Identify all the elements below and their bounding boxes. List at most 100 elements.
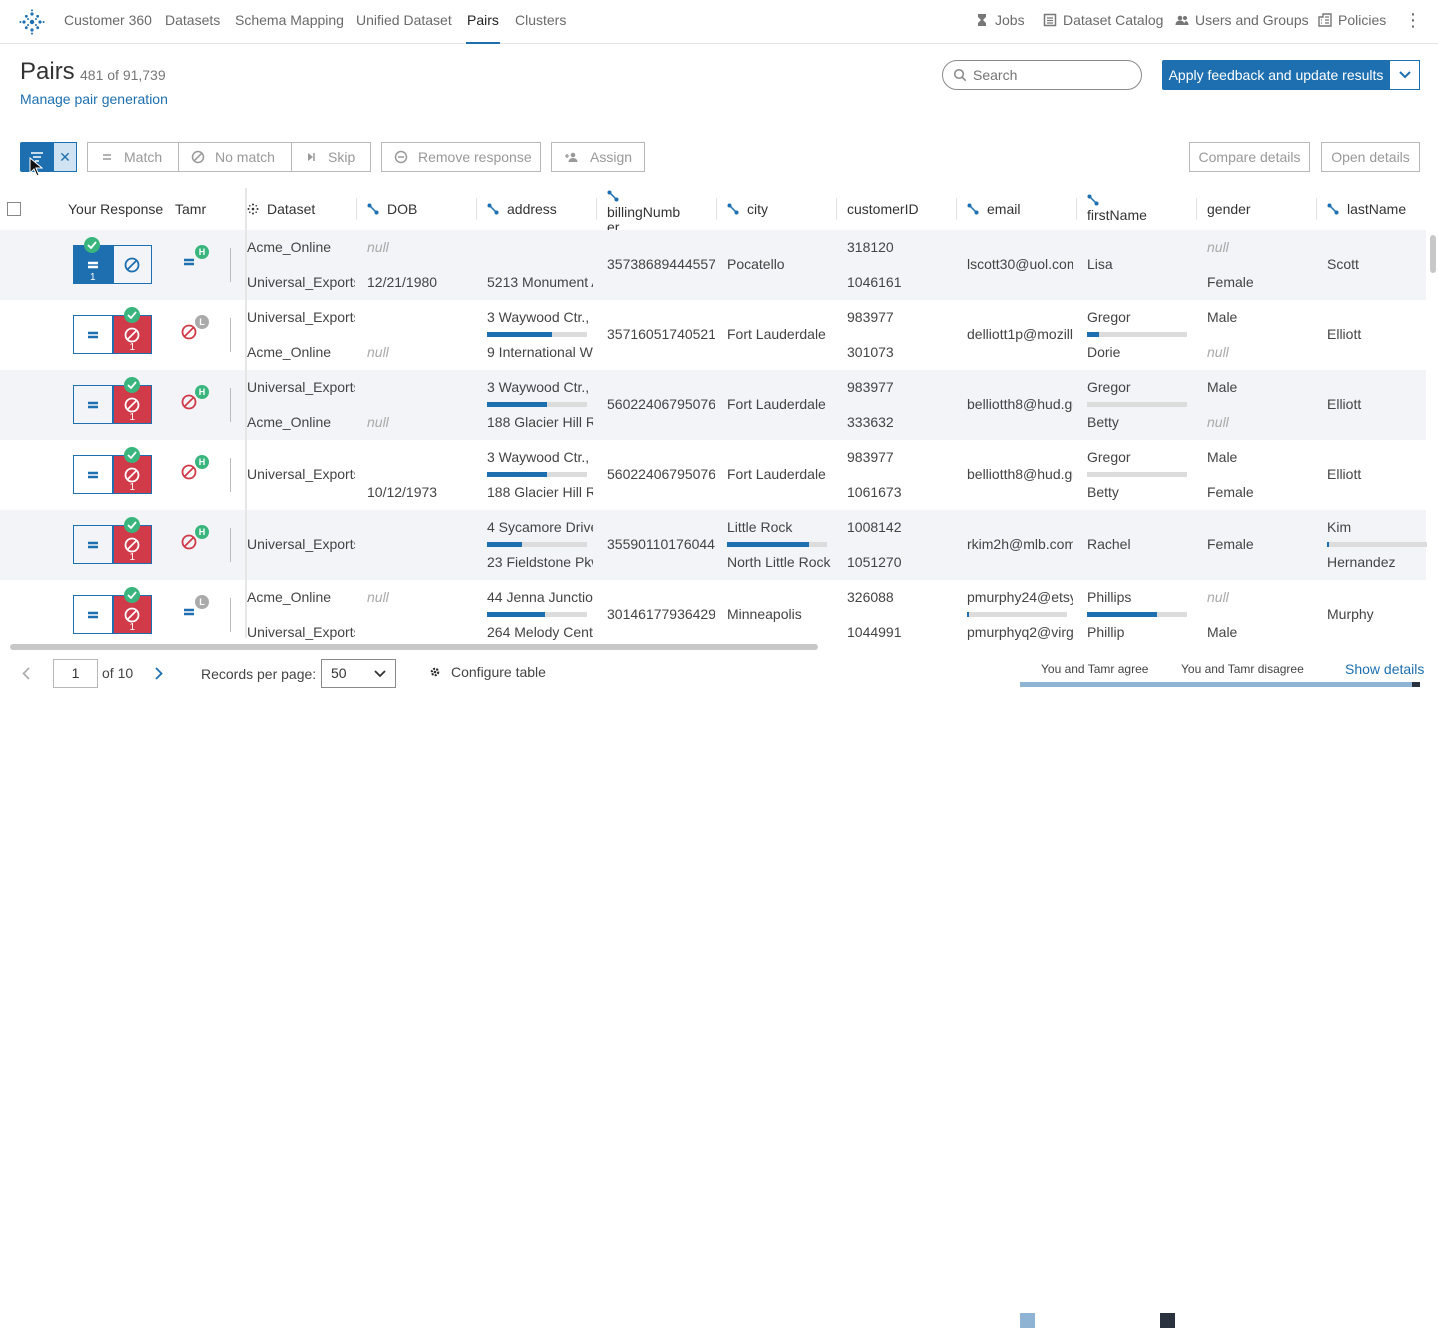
similarity-bar: [487, 542, 587, 547]
col-address[interactable]: address: [487, 188, 557, 230]
col-first-name[interactable]: firstName: [1087, 188, 1147, 230]
vertical-scrollbar[interactable]: [1430, 235, 1436, 273]
nav-dataset-catalog[interactable]: Dataset Catalog: [1043, 12, 1163, 28]
table-cell: belliotth8@hud.go: [967, 466, 1073, 482]
clear-filter-button[interactable]: ✕: [53, 142, 77, 172]
remove-response-button[interactable]: Remove response: [381, 142, 541, 172]
table-cell: Lisa: [1087, 256, 1113, 272]
apply-feedback-button[interactable]: Apply feedback and update results: [1162, 60, 1390, 90]
manage-pair-generation-link[interactable]: Manage pair generation: [20, 91, 168, 107]
tab-clusters[interactable]: Clusters: [515, 0, 566, 44]
col-your-response[interactable]: Your Response: [68, 188, 163, 230]
search-input[interactable]: [973, 67, 1133, 83]
assign-button[interactable]: Assign: [551, 142, 645, 172]
equals-icon: [87, 541, 98, 548]
minus-circle-icon: [394, 150, 408, 164]
compare-details-button[interactable]: Compare details: [1189, 142, 1310, 172]
no-match-button[interactable]: No match: [178, 142, 292, 172]
legend-agree-swatch: [1020, 1313, 1035, 1328]
table-row[interactable]: 1 H Universal_Exports Acme_Online null 3 Wayw…: [0, 370, 1426, 440]
response-toggle[interactable]: 1: [73, 525, 152, 564]
table-cell: Universal_Exports: [247, 379, 355, 395]
col-email[interactable]: email: [967, 188, 1020, 230]
col-email-label: email: [987, 201, 1021, 217]
col-dataset-label: Dataset: [267, 201, 316, 217]
search-box[interactable]: [942, 60, 1142, 90]
apply-dropdown-button[interactable]: [1390, 60, 1420, 90]
table-body: 1 H Acme_Online Universal_Exports null 12/21/…: [0, 230, 1438, 640]
show-details-link[interactable]: Show details: [1345, 661, 1424, 677]
tab-schema-mapping[interactable]: Schema Mapping: [235, 0, 344, 44]
chevron-left-icon[interactable]: [22, 667, 30, 680]
response-toggle[interactable]: 1: [73, 455, 152, 494]
similarity-bar: [487, 472, 587, 477]
no-match-toggle[interactable]: [112, 245, 152, 284]
configure-table-label: Configure table: [451, 664, 546, 680]
nav-policies[interactable]: Policies: [1318, 12, 1386, 28]
similarity-bar: [727, 542, 827, 547]
table-cell: 318120: [847, 239, 894, 255]
column-divider: [1316, 198, 1317, 220]
match-button[interactable]: Match: [87, 142, 179, 172]
horizontal-scrollbar[interactable]: [10, 644, 818, 650]
kebab-icon[interactable]: ⋮: [1404, 11, 1422, 30]
col-city[interactable]: city: [727, 188, 768, 230]
similarity-bar: [487, 402, 587, 407]
match-toggle[interactable]: [73, 385, 113, 424]
col-dataset[interactable]: Dataset: [247, 188, 315, 230]
table-cell: 44 Jenna Junction: [487, 589, 593, 605]
tab-datasets[interactable]: Datasets: [165, 0, 220, 44]
table-cell: 188 Glacier Hill Ro: [487, 414, 593, 430]
table-cell: Scott: [1327, 256, 1359, 272]
table-row[interactable]: 1 H Universal_Exports 4 Sycamore Drive, 23 F…: [0, 510, 1427, 580]
table-cell: Universal_Exports: [247, 309, 355, 325]
col-billing-number[interactable]: billingNumb er: [607, 188, 680, 230]
row-divider: [230, 388, 231, 422]
chevron-right-icon[interactable]: [155, 667, 163, 680]
nav-policies-label: Policies: [1338, 12, 1387, 28]
nav-jobs[interactable]: Jobs: [975, 12, 1025, 28]
gear-icon: [430, 667, 440, 677]
ml-attribute-icon: [1087, 194, 1099, 206]
col-last-name[interactable]: lastName: [1327, 188, 1406, 230]
response-toggle[interactable]: 1: [73, 595, 152, 634]
table-cell: North Little Rock: [727, 554, 831, 570]
tab-customer-360[interactable]: Customer 360: [64, 0, 152, 44]
table-cell: Hernandez: [1327, 554, 1396, 570]
skip-button[interactable]: Skip: [291, 142, 371, 172]
page-number-input[interactable]: 1: [53, 659, 98, 688]
table-cell: 1044991: [847, 624, 902, 640]
table-cell: 3 Waywood Ctr., Fo: [487, 309, 593, 325]
match-toggle[interactable]: [73, 315, 113, 354]
table-row[interactable]: 1 L Universal_Exports Acme_Online null 3 Wayw…: [0, 300, 1426, 370]
tamr-logo-icon[interactable]: [19, 9, 45, 35]
table-cell: Universal_Exports: [247, 274, 355, 290]
col-dob[interactable]: DOB: [367, 188, 417, 230]
response-toggle[interactable]: 1: [73, 245, 152, 284]
table-row[interactable]: 1 H Universal_Exports 10/12/1973 3 Waywood C…: [0, 440, 1426, 510]
match-toggle[interactable]: [73, 595, 113, 634]
table-row[interactable]: 1 H Acme_Online Universal_Exports null 12/21/…: [0, 230, 1426, 300]
nav-users-and-groups[interactable]: Users and Groups: [1175, 12, 1309, 28]
disagree-fill: [1412, 682, 1420, 687]
open-details-button[interactable]: Open details: [1321, 142, 1420, 172]
match-toggle[interactable]: [73, 525, 113, 564]
top-nav: Customer 360 Datasets Schema Mapping Uni…: [0, 0, 1438, 44]
response-toggle[interactable]: 1: [73, 385, 152, 424]
similarity-bar-fill: [487, 472, 547, 477]
col-customer-id[interactable]: customerID: [847, 188, 919, 230]
col-tamr[interactable]: Tamr: [175, 188, 206, 230]
match-toggle[interactable]: [73, 455, 113, 494]
column-divider: [476, 198, 477, 220]
col-first-name-label: firstName: [1087, 207, 1147, 223]
response-toggle[interactable]: 1: [73, 315, 152, 354]
tab-unified-dataset[interactable]: Unified Dataset: [356, 0, 452, 44]
table-cell: Universal_Exports: [247, 624, 355, 640]
table-row[interactable]: 1 L Acme_Online Universal_Exports null 44 Jen…: [0, 580, 1426, 640]
column-divider: [956, 198, 957, 220]
records-per-page-select[interactable]: 50: [321, 659, 396, 688]
col-gender[interactable]: gender: [1207, 188, 1251, 230]
configure-table-button[interactable]: Configure table: [429, 664, 546, 680]
select-all-checkbox[interactable]: [7, 202, 21, 216]
tab-pairs[interactable]: Pairs: [466, 0, 500, 44]
